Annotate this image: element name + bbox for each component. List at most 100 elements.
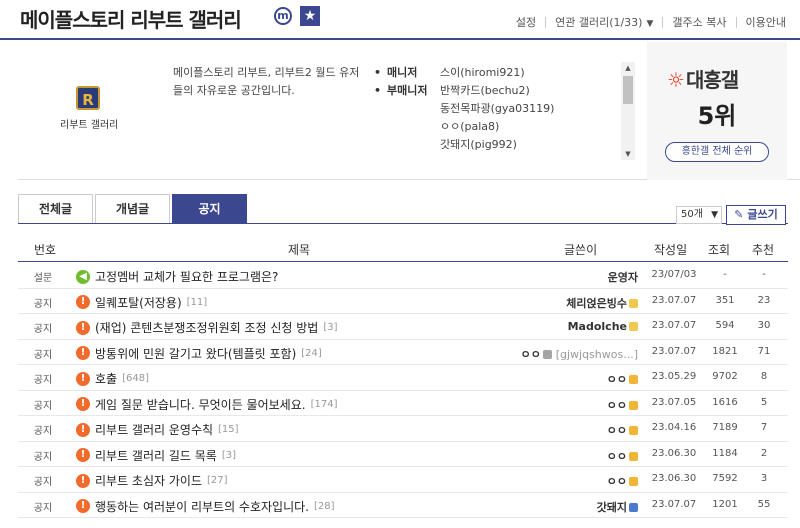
manager-name[interactable]: 반짝카드(bechu2) — [440, 82, 620, 100]
comment-count[interactable]: [24] — [301, 348, 322, 359]
divider — [735, 16, 737, 28]
scroll-thumb[interactable] — [623, 76, 633, 104]
settings-link[interactable]: 설정 — [516, 14, 536, 30]
post-title[interactable]: 게임 질문 받습니다. 무엇이든 물어보세요. — [95, 396, 306, 413]
notice-icon: ! — [76, 448, 90, 462]
comment-count[interactable]: [174] — [311, 399, 338, 410]
post-views: 1616 — [712, 396, 738, 408]
post-title-cell[interactable]: ! (재업) 콘텐츠분쟁조정위원회 조정 신청 방법 [3] — [76, 319, 338, 336]
post-title[interactable]: 리부트 초심자 가이드 — [95, 472, 202, 489]
post-writer-cell[interactable]: ㅇㅇ [gjwjqshwos...] — [458, 346, 638, 362]
manager-name[interactable]: 갓돼지(pig992) — [440, 136, 620, 154]
comment-count[interactable]: [28] — [314, 501, 335, 512]
full-ranking-button[interactable]: 흥한갤 전체 순위 — [665, 142, 769, 162]
post-date: 23.05.29 — [651, 371, 697, 382]
post-title[interactable]: 리부트 갤러리 길드 목록 — [95, 447, 217, 464]
post-title-cell[interactable]: ! 게임 질문 받습니다. 무엇이든 물어보세요. [174] — [76, 396, 337, 413]
post-recommends: 30 — [757, 320, 771, 331]
post-writer[interactable]: 갓돼지 — [597, 501, 627, 514]
write-post-button[interactable]: ✎ 글쓰기 — [726, 205, 786, 225]
comment-count[interactable]: [3] — [222, 450, 236, 461]
table-row[interactable]: 설문 ◀ 고정멤버 교체가 필요한 프로그램은? 운영자 23/07/03 - - — [18, 263, 788, 289]
post-writer-cell[interactable]: 체리얹은빙수 — [458, 295, 638, 311]
post-title[interactable]: 호출 — [95, 370, 117, 387]
post-title-cell[interactable]: ◀ 고정멤버 교체가 필요한 프로그램은? — [76, 268, 283, 285]
table-row[interactable]: 공지! (재업) 콘텐츠분쟁조정위원회 조정 신청 방법 [3] Madolche 23… — [18, 314, 788, 340]
post-title-cell[interactable]: ! 호출 [648] — [76, 370, 149, 387]
post-title[interactable]: 리부트 갤러리 운영수칙 — [95, 421, 213, 438]
post-writer[interactable]: 체리얹은빙수 — [566, 297, 627, 310]
gallery-title[interactable]: 메이플스토리 리부트 갤러리 — [20, 4, 242, 33]
post-writer-cell[interactable]: Madolche — [458, 320, 638, 333]
post-title-cell[interactable]: ! 리부트 초심자 가이드 [27] — [76, 472, 228, 489]
post-writer[interactable]: ㅇㅇ — [607, 424, 627, 437]
post-writer-cell[interactable]: ㅇㅇ — [458, 473, 638, 489]
notice-icon: ! — [76, 473, 90, 488]
minor-gallery-badge: m — [274, 7, 292, 25]
usage-guide-link[interactable]: 이용안내 — [746, 14, 786, 30]
copy-address-link[interactable]: 갤주소 복사 — [672, 14, 726, 30]
tab-recommended[interactable]: 개념글 — [95, 194, 170, 224]
manager-name[interactable]: 동전목파광(gya03119) — [440, 100, 620, 118]
post-title[interactable]: 행동하는 여러분이 리부트의 수호자입니다. — [95, 498, 309, 515]
post-date: 23.06.30 — [651, 447, 697, 459]
table-row[interactable]: 공지! 호출 [648] ㅇㅇ 23.05.29 9702 8 — [18, 365, 788, 391]
post-number: 공지 — [33, 451, 53, 463]
divider — [662, 16, 664, 28]
scroll-up-icon[interactable]: ▲ — [621, 62, 635, 74]
post-writer-cell[interactable]: ㅇㅇ — [458, 397, 638, 413]
star-icon[interactable]: ★ — [300, 6, 320, 26]
post-title-cell[interactable]: ! 리부트 갤러리 운영수칙 [15] — [76, 421, 239, 438]
comment-count[interactable]: [3] — [323, 322, 337, 333]
table-row[interactable]: 공지! 방통위에 민원 갈기고 왔다(템플릿 포함) [24] ㅇㅇ [gjwjqsh… — [18, 340, 788, 365]
table-row[interactable]: 공지! 일퀘포탈(저장용) [11] 체리얹은빙수 23.07.07 351 23 — [18, 289, 788, 314]
post-writer[interactable]: ㅇㅇ — [607, 373, 627, 386]
post-title-cell[interactable]: ! 행동하는 여러분이 리부트의 수호자입니다. [28] — [76, 498, 335, 515]
post-writer[interactable]: ㅇㅇ — [607, 475, 627, 488]
user-badge-icon — [629, 322, 638, 331]
comment-count[interactable]: [15] — [218, 424, 239, 435]
tab-underline — [18, 223, 788, 224]
comment-count[interactable]: [11] — [187, 297, 208, 308]
post-recommends: 55 — [757, 498, 771, 510]
tab-all[interactable]: 전체글 — [18, 194, 93, 224]
table-row[interactable]: 공지! 행동하는 여러분이 리부트의 수호자입니다. [28] 갓돼지 23.07.07… — [18, 493, 788, 518]
post-writer[interactable]: ㅇㅇ — [607, 399, 627, 412]
post-writer-cell[interactable]: 갓돼지 — [458, 499, 638, 515]
sun-icon: ☼ — [667, 68, 685, 92]
post-title[interactable]: 방통위에 민원 갈기고 왔다(템플릿 포함) — [95, 345, 296, 362]
gallery-logo-label: 리부트 갤러리 — [60, 120, 119, 131]
tab-notice[interactable]: 공지 — [172, 194, 247, 224]
post-title-cell[interactable]: ! 방통위에 민원 갈기고 왔다(템플릿 포함) [24] — [76, 345, 322, 362]
manager-list-scrollbar[interactable]: ▲ ▼ — [621, 62, 635, 160]
table-row[interactable]: 공지! 리부트 갤러리 길드 목록 [3] ㅇㅇ 23.06.30 1184 2 — [18, 442, 788, 467]
post-writer[interactable]: Madolche — [568, 320, 627, 333]
post-number: 공지 — [33, 502, 53, 514]
comment-count[interactable]: [27] — [207, 475, 228, 486]
comment-count[interactable]: [648] — [122, 373, 149, 384]
post-title[interactable]: (재업) 콘텐츠분쟁조정위원회 조정 신청 방법 — [95, 319, 318, 336]
post-writer[interactable]: ㅇㅇ — [607, 450, 627, 463]
post-writer-cell[interactable]: 운영자 — [458, 269, 638, 285]
post-writer[interactable]: 운영자 — [608, 271, 638, 284]
related-galleries-link[interactable]: 연관 갤러리(1/33) ▼ — [555, 14, 653, 30]
table-row[interactable]: 공지! 리부트 갤러리 운영수칙 [15] ㅇㅇ 23.04.16 7189 7 — [18, 416, 788, 442]
post-writer-cell[interactable]: ㅇㅇ — [458, 448, 638, 464]
post-views: 1184 — [712, 447, 738, 459]
table-row[interactable]: 공지! 리부트 초심자 가이드 [27] ㅇㅇ 23.06.30 7592 3 — [18, 467, 788, 493]
posts-per-page-select[interactable]: 50개 ▼ — [676, 206, 722, 224]
post-writer[interactable]: ㅇㅇ — [521, 348, 541, 361]
post-writer-cell[interactable]: ㅇㅇ — [458, 422, 638, 438]
role-sub-manager: 부매니저 — [374, 82, 427, 100]
post-title[interactable]: 고정멤버 교체가 필요한 프로그램은? — [95, 268, 278, 285]
post-title[interactable]: 일퀘포탈(저장용) — [95, 294, 182, 311]
post-title-cell[interactable]: ! 리부트 갤러리 길드 목록 [3] — [76, 447, 236, 464]
manager-name[interactable]: ㅇㅇ(pala8) — [440, 118, 620, 136]
table-header: 번호 제목 글쓴이 작성일 조회 추천 — [18, 234, 788, 262]
post-writer-cell[interactable]: ㅇㅇ — [458, 371, 638, 387]
scroll-down-icon[interactable]: ▼ — [621, 148, 635, 160]
post-title-cell[interactable]: ! 일퀘포탈(저장용) [11] — [76, 294, 207, 311]
column-recommends: 추천 — [752, 243, 775, 257]
table-row[interactable]: 공지! 게임 질문 받습니다. 무엇이든 물어보세요. [174] ㅇㅇ 23.07.0… — [18, 391, 788, 416]
manager-name[interactable]: 스이(hiromi921) — [440, 64, 620, 82]
